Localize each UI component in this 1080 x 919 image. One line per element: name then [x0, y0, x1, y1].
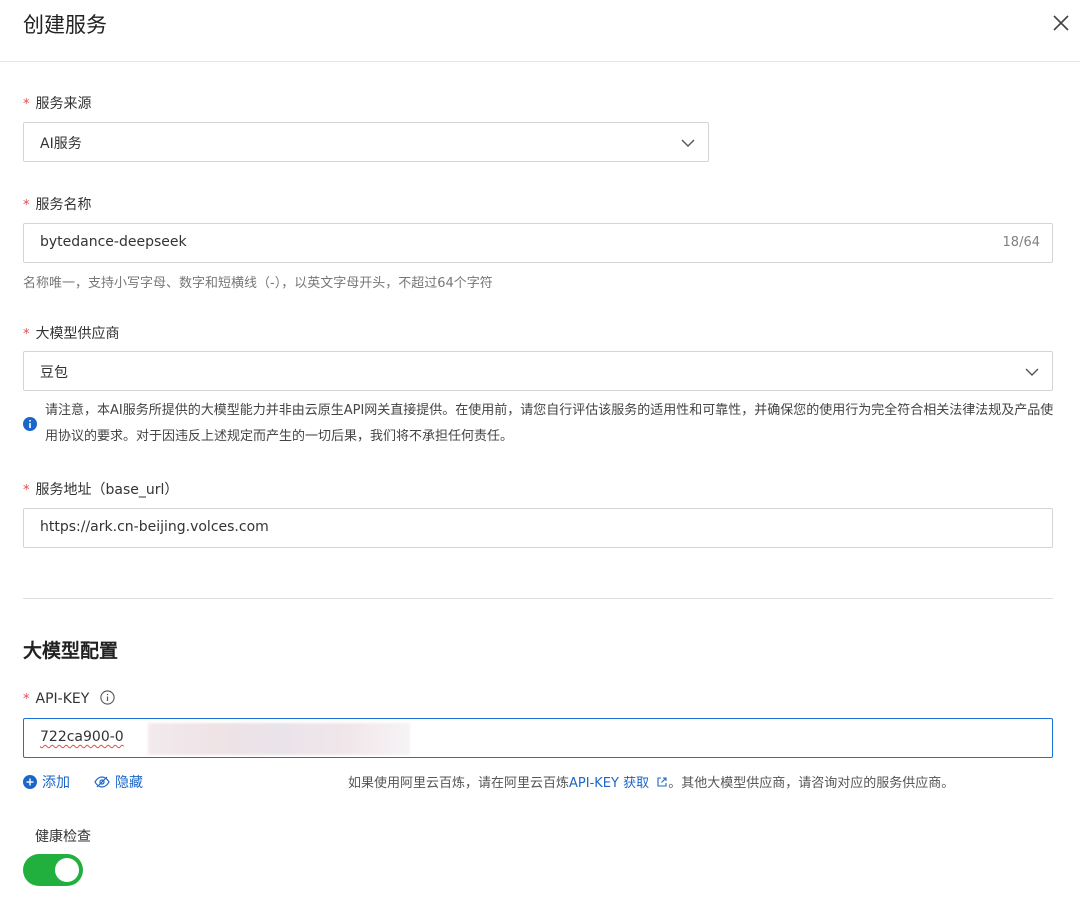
api-key-get-link[interactable]: API-KEY 获取: [569, 776, 668, 791]
required-mark: *: [23, 198, 30, 213]
dialog-title: 创建服务: [23, 13, 107, 37]
api-key-get-link-text: API-KEY 获取: [569, 776, 650, 791]
redaction-mask: [148, 723, 410, 755]
plus-circle-icon: [23, 775, 42, 791]
service-name-hint: 名称唯一，支持小写字母、数字和短横线（-），以英文字母开头，不超过64个字符: [23, 276, 493, 291]
health-check-label: 健康检查: [23, 826, 91, 846]
model-config-title: 大模型配置: [23, 640, 119, 662]
hide-button[interactable]: 隐藏: [94, 772, 143, 792]
base-url-value: https://ark.cn-beijing.volces.com: [40, 519, 269, 535]
info-icon: [23, 416, 37, 431]
toggle-knob: [55, 858, 79, 882]
provider-select[interactable]: 豆包: [23, 351, 1053, 391]
health-check-label-text: 健康检查: [35, 829, 91, 845]
external-link-icon: [653, 776, 668, 791]
chevron-down-icon: [680, 135, 696, 151]
service-name-label: * 服务名称: [23, 194, 92, 214]
eye-off-icon: [94, 775, 115, 791]
base-url-label-text: 服务地址（base_url）: [35, 482, 179, 498]
service-source-select[interactable]: AI服务: [23, 122, 709, 162]
add-label: 添加: [42, 775, 70, 791]
required-mark: *: [23, 483, 30, 498]
required-mark: *: [23, 327, 30, 342]
dialog-header: 创建服务: [0, 0, 1080, 62]
provider-value: 豆包: [40, 365, 68, 381]
char-counter: 18/64: [1002, 235, 1040, 250]
service-source-label: * 服务来源: [23, 93, 92, 113]
hide-label: 隐藏: [115, 775, 143, 791]
api-key-value: 722ca900-0: [40, 729, 124, 745]
service-source-label-text: 服务来源: [35, 96, 92, 112]
api-key-label-text: API-KEY: [35, 691, 90, 707]
api-key-hint: 如果使用阿里云百炼，请在阿里云百炼API-KEY 获取 。其他大模型供应商，请咨…: [348, 772, 954, 791]
service-name-value: bytedance-deepseek: [40, 234, 187, 250]
api-key-input[interactable]: 722ca900-0: [23, 718, 1053, 758]
provider-label-text: 大模型供应商: [35, 326, 120, 342]
service-source-value: AI服务: [40, 136, 82, 152]
chevron-down-icon: [1024, 364, 1040, 380]
health-check-toggle[interactable]: [23, 854, 83, 886]
base-url-input[interactable]: https://ark.cn-beijing.volces.com: [23, 508, 1053, 548]
api-key-label: * API-KEY: [23, 690, 115, 709]
notice-text: 请注意，本AI服务所提供的大模型能力并非由云原生API网关直接提供。在使用前，请…: [45, 403, 1054, 444]
info-outline-icon[interactable]: [100, 690, 115, 709]
service-name-label-text: 服务名称: [35, 197, 92, 213]
hint-prefix: 如果使用阿里云百炼，请在阿里云百炼: [348, 776, 570, 791]
provider-label: * 大模型供应商: [23, 323, 120, 343]
base-url-label: * 服务地址（base_url）: [23, 479, 178, 499]
required-mark: *: [23, 97, 30, 112]
service-name-input[interactable]: bytedance-deepseek 18/64: [23, 223, 1053, 263]
section-divider: [23, 598, 1053, 599]
close-icon[interactable]: [1050, 12, 1072, 34]
required-mark: *: [23, 692, 30, 707]
add-button[interactable]: 添加: [23, 772, 70, 792]
hint-suffix: 。其他大模型供应商，请咨询对应的服务供应商。: [668, 776, 955, 791]
